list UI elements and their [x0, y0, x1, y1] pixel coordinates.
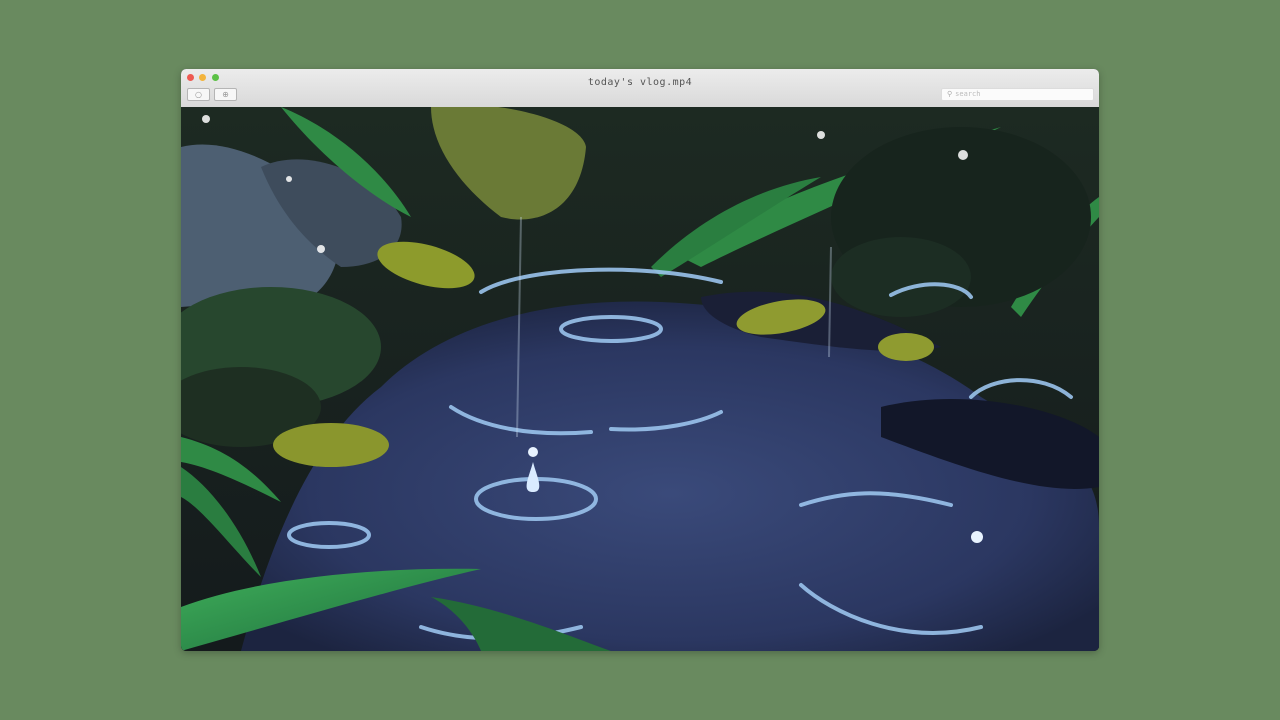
- toolbar-button-2[interactable]: ⊕: [214, 88, 237, 101]
- circle-icon: ○: [195, 89, 202, 99]
- window-title: today's vlog.mp4: [587, 77, 693, 88]
- search-icon: ⚲: [947, 90, 953, 98]
- search-field[interactable]: ⚲ search: [941, 88, 1094, 101]
- search-placeholder: search: [955, 90, 981, 98]
- video-frame[interactable]: [181, 107, 1099, 651]
- video-player-window: ○ ⊕ today's vlog.mp4 ⚲ search: [181, 69, 1099, 651]
- toolbar-button-1[interactable]: ○: [187, 88, 210, 101]
- title-bar: ○ ⊕ today's vlog.mp4 ⚲ search: [181, 69, 1099, 108]
- bush: [831, 237, 971, 317]
- floating-leaf: [273, 423, 389, 467]
- plus-circle-icon: ⊕: [222, 89, 229, 99]
- water-drop: [971, 531, 983, 543]
- water-drop: [528, 447, 538, 457]
- floating-leaf: [878, 333, 934, 361]
